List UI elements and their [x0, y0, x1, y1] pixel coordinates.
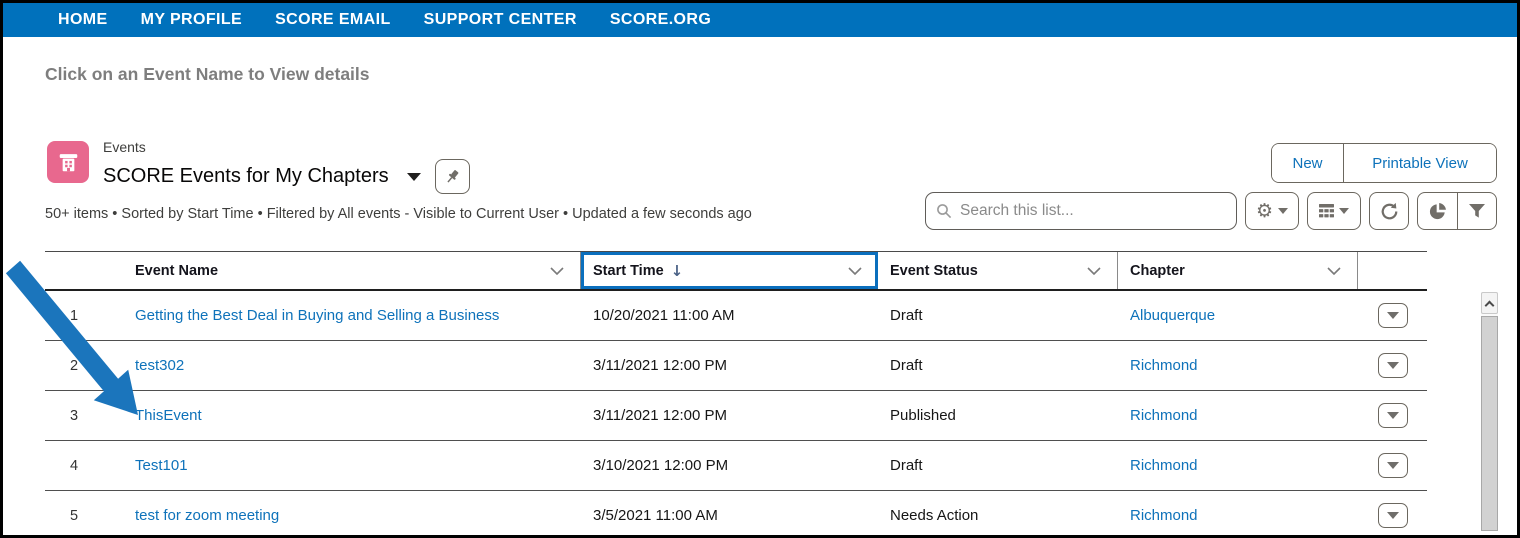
chevron-down-icon[interactable] [1327, 267, 1341, 275]
chevron-down-icon[interactable] [1087, 267, 1101, 275]
row-number: 4 [45, 441, 103, 490]
column-header-start-time[interactable]: Start Time ↓ [581, 252, 878, 289]
event-status-cell: Published [878, 391, 1118, 440]
caret-down-icon [1278, 208, 1288, 214]
event-name-link[interactable]: Getting the Best Deal in Buying and Sell… [135, 307, 499, 324]
column-label: Chapter [1130, 263, 1185, 279]
charts-button[interactable] [1418, 193, 1457, 229]
row-actions-button[interactable] [1378, 303, 1408, 328]
event-status-cell: Draft [878, 291, 1118, 340]
column-label: Event Status [890, 263, 978, 279]
caret-down-icon [1387, 312, 1399, 319]
pie-chart-icon [1428, 202, 1447, 221]
list-view-selector-caret-icon[interactable] [407, 173, 421, 181]
event-name-link[interactable]: test302 [135, 357, 184, 374]
event-status-cell: Draft [878, 341, 1118, 390]
sort-descending-icon: ↓ [671, 262, 684, 280]
column-header-actions [1358, 252, 1427, 289]
event-name-link[interactable]: ThisEvent [135, 407, 202, 424]
start-time-cell: 3/10/2021 12:00 PM [581, 441, 878, 490]
instruction-text: Click on an Event Name to View details [45, 64, 370, 85]
chevron-up-icon [1485, 300, 1495, 310]
start-time-cell: 3/11/2021 12:00 PM [581, 341, 878, 390]
building-icon [55, 149, 82, 176]
start-time-cell: 3/5/2021 11:00 AM [581, 491, 878, 538]
nav-item-home[interactable]: HOME [58, 11, 108, 29]
column-label: Event Name [135, 263, 218, 279]
caret-down-icon [1387, 362, 1399, 369]
table-view-icon [1319, 204, 1334, 218]
start-time-cell: 3/11/2021 12:00 PM [581, 391, 878, 440]
column-header-event-name[interactable]: Event Name [103, 252, 581, 289]
row-number: 3 [45, 391, 103, 440]
caret-down-icon [1387, 412, 1399, 419]
caret-down-icon [1387, 462, 1399, 469]
event-status-cell: Draft [878, 441, 1118, 490]
row-actions-button[interactable] [1378, 503, 1408, 528]
filter-funnel-icon [1468, 203, 1486, 219]
column-header-row-number [45, 252, 103, 289]
table-header-row: Event Name Start Time ↓ Event Status Ch [45, 251, 1427, 291]
scroll-up-button[interactable] [1481, 292, 1498, 314]
page: HOME MY PROFILE SCORE EMAIL SUPPORT CENT… [0, 0, 1520, 538]
chapter-link[interactable]: Richmond [1130, 457, 1198, 474]
gear-icon: ⚙ [1256, 202, 1273, 221]
search-box[interactable] [925, 192, 1237, 230]
chapter-link[interactable]: Richmond [1130, 507, 1198, 524]
table-row: 1 Getting the Best Deal in Buying and Se… [45, 291, 1427, 341]
filter-button[interactable] [1457, 193, 1496, 229]
chapter-link[interactable]: Richmond [1130, 407, 1198, 424]
column-header-event-status[interactable]: Event Status [878, 252, 1118, 289]
new-button[interactable]: New [1272, 144, 1344, 182]
chapter-link[interactable]: Richmond [1130, 357, 1198, 374]
column-header-chapter[interactable]: Chapter [1118, 252, 1358, 289]
list-summary: 50+ items • Sorted by Start Time • Filte… [45, 206, 752, 222]
display-as-button[interactable] [1307, 192, 1361, 230]
caret-down-icon [1387, 512, 1399, 519]
events-table: Event Name Start Time ↓ Event Status Ch [45, 251, 1427, 538]
events-object-icon [47, 141, 89, 183]
refresh-icon [1380, 202, 1399, 221]
search-icon [936, 203, 952, 219]
chevron-down-icon[interactable] [848, 267, 862, 275]
pushpin-icon [444, 168, 461, 185]
top-nav: HOME MY PROFILE SCORE EMAIL SUPPORT CENT… [3, 3, 1517, 37]
table-row: 3 ThisEvent 3/11/2021 12:00 PM Published… [45, 391, 1427, 441]
list-toolbar: ⚙ [925, 192, 1497, 230]
row-actions-button[interactable] [1378, 403, 1408, 428]
event-name-link[interactable]: Test101 [135, 457, 188, 474]
nav-item-score-org[interactable]: SCORE.ORG [610, 11, 711, 29]
column-label: Start Time [593, 263, 664, 279]
row-number: 1 [45, 291, 103, 340]
chart-filter-group [1417, 192, 1497, 230]
row-number: 5 [45, 491, 103, 538]
pin-list-button[interactable] [435, 159, 470, 194]
start-time-cell: 10/20/2021 11:00 AM [581, 291, 878, 340]
list-settings-button[interactable]: ⚙ [1245, 192, 1299, 230]
chevron-down-icon[interactable] [550, 267, 564, 275]
caret-down-icon [1339, 208, 1349, 214]
refresh-button[interactable] [1369, 192, 1409, 230]
table-row: 5 test for zoom meeting 3/5/2021 11:00 A… [45, 491, 1427, 538]
event-name-link[interactable]: test for zoom meeting [135, 507, 279, 524]
event-status-cell: Needs Action [878, 491, 1118, 538]
row-actions-button[interactable] [1378, 353, 1408, 378]
entity-label: Events [103, 139, 146, 155]
table-body: 1 Getting the Best Deal in Buying and Se… [45, 291, 1427, 538]
nav-item-score-email[interactable]: SCORE EMAIL [275, 11, 391, 29]
list-view-title: SCORE Events for My Chapters [103, 165, 389, 188]
nav-item-my-profile[interactable]: MY PROFILE [141, 11, 243, 29]
table-row: 2 test302 3/11/2021 12:00 PM Draft Richm… [45, 341, 1427, 391]
chapter-link[interactable]: Albuquerque [1130, 307, 1215, 324]
scrollbar-thumb[interactable] [1481, 316, 1498, 531]
table-row: 4 Test101 3/10/2021 12:00 PM Draft Richm… [45, 441, 1427, 491]
list-actions: New Printable View [1271, 143, 1497, 183]
vertical-scrollbar[interactable] [1481, 292, 1498, 531]
printable-view-button[interactable]: Printable View [1344, 144, 1496, 182]
nav-item-support-center[interactable]: SUPPORT CENTER [424, 11, 577, 29]
search-input[interactable] [960, 202, 1226, 220]
row-number: 2 [45, 341, 103, 390]
row-actions-button[interactable] [1378, 453, 1408, 478]
